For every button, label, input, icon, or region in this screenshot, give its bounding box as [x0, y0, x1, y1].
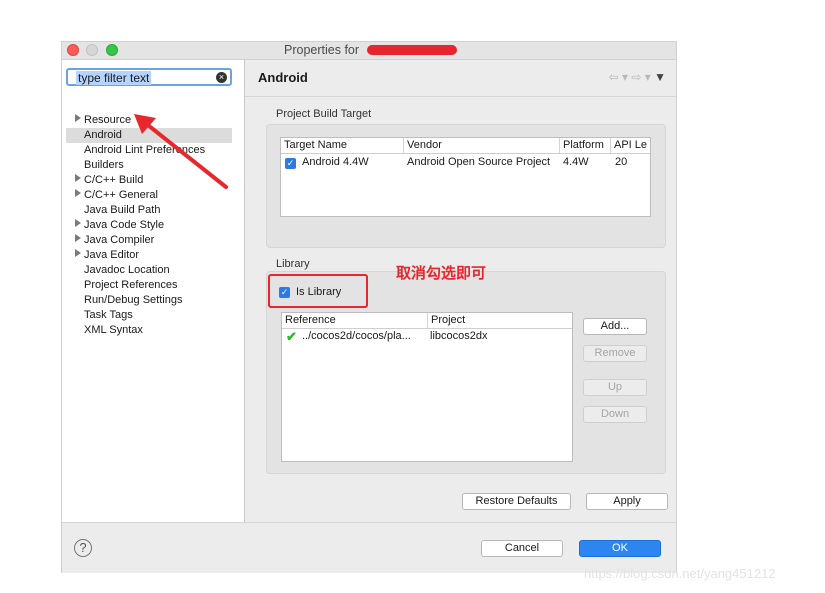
annotation-note: 取消勾选即可 — [396, 265, 487, 282]
tree-item[interactable]: Javadoc Location — [62, 263, 244, 278]
annotation-arrow-icon — [134, 114, 228, 189]
tree-item[interactable]: Run/Debug Settings — [62, 293, 244, 308]
tree-item[interactable]: Task Tags — [62, 308, 244, 323]
library-project[interactable]: libcocos2dx — [430, 330, 487, 342]
title-bar: Properties for — [62, 42, 676, 60]
library-reference-table: Reference Project ✔ ../cocos2d/cocos/pla… — [281, 312, 573, 462]
target-checkbox[interactable]: ✓ — [285, 158, 296, 169]
expand-triangle-icon[interactable] — [75, 174, 81, 182]
clear-filter-icon[interactable]: × — [216, 72, 227, 83]
build-target-table: Target Name Vendor Platform API Le ✓ And… — [280, 137, 651, 217]
forward-arrow-icon[interactable]: ⇨ ▾ — [631, 70, 650, 84]
down-button[interactable]: Down — [583, 406, 647, 423]
tree-item-label: Java Editor — [84, 249, 140, 261]
history-navigation: ⇦ ▾ ⇨ ▾ ▼ — [609, 70, 666, 84]
remove-button[interactable]: Remove — [583, 345, 647, 362]
ok-button[interactable]: OK — [579, 540, 661, 557]
column-header[interactable]: API Le — [611, 138, 649, 153]
tree-item-label: Java Compiler — [84, 234, 155, 246]
tree-item[interactable]: Project References — [62, 278, 244, 293]
back-arrow-icon[interactable]: ⇦ ▾ — [609, 70, 628, 84]
page-title: Android — [258, 70, 308, 85]
column-header[interactable]: Target Name — [281, 138, 404, 153]
tree-item[interactable]: Java Compiler — [62, 233, 244, 248]
target-platform: 4.4W — [563, 156, 589, 168]
apply-button[interactable]: Apply — [586, 493, 668, 510]
view-menu-icon[interactable]: ▼ — [654, 70, 666, 84]
tree-item-label: Project References — [84, 279, 178, 291]
expand-triangle-icon[interactable] — [75, 219, 81, 227]
build-target-group: Target Name Vendor Platform API Le ✓ And… — [266, 124, 666, 248]
build-target-label: Project Build Target — [276, 108, 372, 120]
tree-item[interactable]: XML Syntax — [62, 323, 244, 338]
tree-item[interactable]: Java Build Path — [62, 203, 244, 218]
expand-triangle-icon[interactable] — [75, 234, 81, 242]
tree-item-label: Android — [84, 129, 122, 141]
tree-item[interactable]: Java Code Style — [62, 218, 244, 233]
expand-triangle-icon[interactable] — [75, 249, 81, 257]
target-name: Android 4.4W — [302, 156, 369, 168]
cancel-button[interactable]: Cancel — [481, 540, 563, 557]
filter-placeholder: type filter text — [76, 71, 152, 85]
target-vendor: Android Open Source Project — [407, 156, 551, 168]
filter-input[interactable]: type filter text × — [66, 68, 232, 86]
close-window-button[interactable] — [67, 44, 79, 56]
column-header[interactable]: Vendor — [404, 138, 560, 153]
library-reference-path[interactable]: ../cocos2d/cocos/pla... — [302, 330, 411, 342]
tree-item-label: Javadoc Location — [84, 264, 170, 276]
expand-triangle-icon[interactable] — [75, 114, 81, 122]
annotation-highlight-box — [268, 274, 368, 308]
target-api-level: 20 — [615, 156, 628, 168]
up-button[interactable]: Up — [583, 379, 647, 396]
tree-item-label: XML Syntax — [84, 324, 143, 336]
tree-item-label: Java Build Path — [84, 204, 161, 216]
window-title: Properties for — [284, 43, 360, 57]
tree-item-label: Builders — [84, 159, 124, 171]
help-icon[interactable]: ? — [74, 539, 92, 557]
page-header: Android ⇦ ▾ ⇨ ▾ ▼ — [245, 60, 676, 97]
column-header[interactable]: Reference — [282, 313, 428, 328]
build-target-header: Target Name Vendor Platform API Le — [281, 138, 650, 154]
column-header[interactable]: Platform — [560, 138, 611, 153]
tree-item[interactable]: Java Editor — [62, 248, 244, 263]
add-button[interactable]: Add... — [583, 318, 647, 335]
expand-triangle-icon[interactable] — [75, 189, 81, 197]
library-table-header: Reference Project — [282, 313, 572, 329]
column-header[interactable]: Project — [428, 313, 572, 328]
minimize-window-button[interactable] — [86, 44, 98, 56]
tree-item-label: Resource — [84, 114, 132, 126]
redaction-mark — [367, 45, 457, 55]
tree-item-label: Run/Debug Settings — [84, 294, 183, 306]
restore-defaults-button[interactable]: Restore Defaults — [462, 493, 571, 510]
tree-item-label: Java Code Style — [84, 219, 165, 231]
maximize-window-button[interactable] — [106, 44, 118, 56]
watermark-text: https://blog.csdn.net/yang451212 — [584, 566, 776, 581]
tree-item-label: Task Tags — [84, 309, 133, 321]
library-label: Library — [276, 258, 310, 270]
checkmark-icon: ✔ — [286, 329, 297, 344]
